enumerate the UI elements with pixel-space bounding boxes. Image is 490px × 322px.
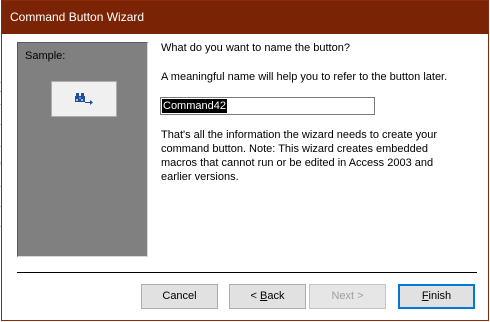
info-line: earlier versions.: [161, 171, 239, 183]
button-row-separator: [17, 272, 477, 273]
button-name-input[interactable]: Command42: [160, 97, 375, 115]
finish-button-mnemonic: F: [421, 290, 429, 302]
back-button-prefix: <: [250, 290, 260, 302]
next-button[interactable]: Next >: [309, 284, 386, 309]
title-bar[interactable]: Command Button Wizard: [2, 1, 488, 34]
button-name-value: Command42: [162, 99, 227, 113]
back-button-rest: ack: [267, 290, 285, 302]
dialog-title: Command Button Wizard: [10, 10, 145, 24]
sample-preview-panel: Sample:: [17, 42, 148, 257]
name-hint: A meaningful name will help you to refer…: [161, 71, 448, 83]
sample-label: Sample:: [25, 50, 66, 62]
back-button[interactable]: < Back: [229, 284, 306, 309]
binoculars-find-next-icon: [75, 93, 93, 105]
command-button-wizard-dialog: Command Button Wizard Sample: What do yo…: [1, 0, 489, 321]
info-line: command button. Note: This wizard create…: [161, 143, 428, 155]
info-line: That's all the information the wizard ne…: [161, 129, 438, 141]
finish-button[interactable]: Finish: [398, 284, 475, 309]
info-line: macros that cannot run or be edited in A…: [161, 157, 434, 169]
cancel-button[interactable]: Cancel: [141, 284, 218, 309]
name-question: What do you want to name the button?: [161, 42, 350, 54]
finish-button-rest: inish: [428, 290, 452, 302]
sample-button-preview: [51, 81, 117, 117]
wizard-info-text: That's all the information the wizard ne…: [161, 128, 461, 184]
